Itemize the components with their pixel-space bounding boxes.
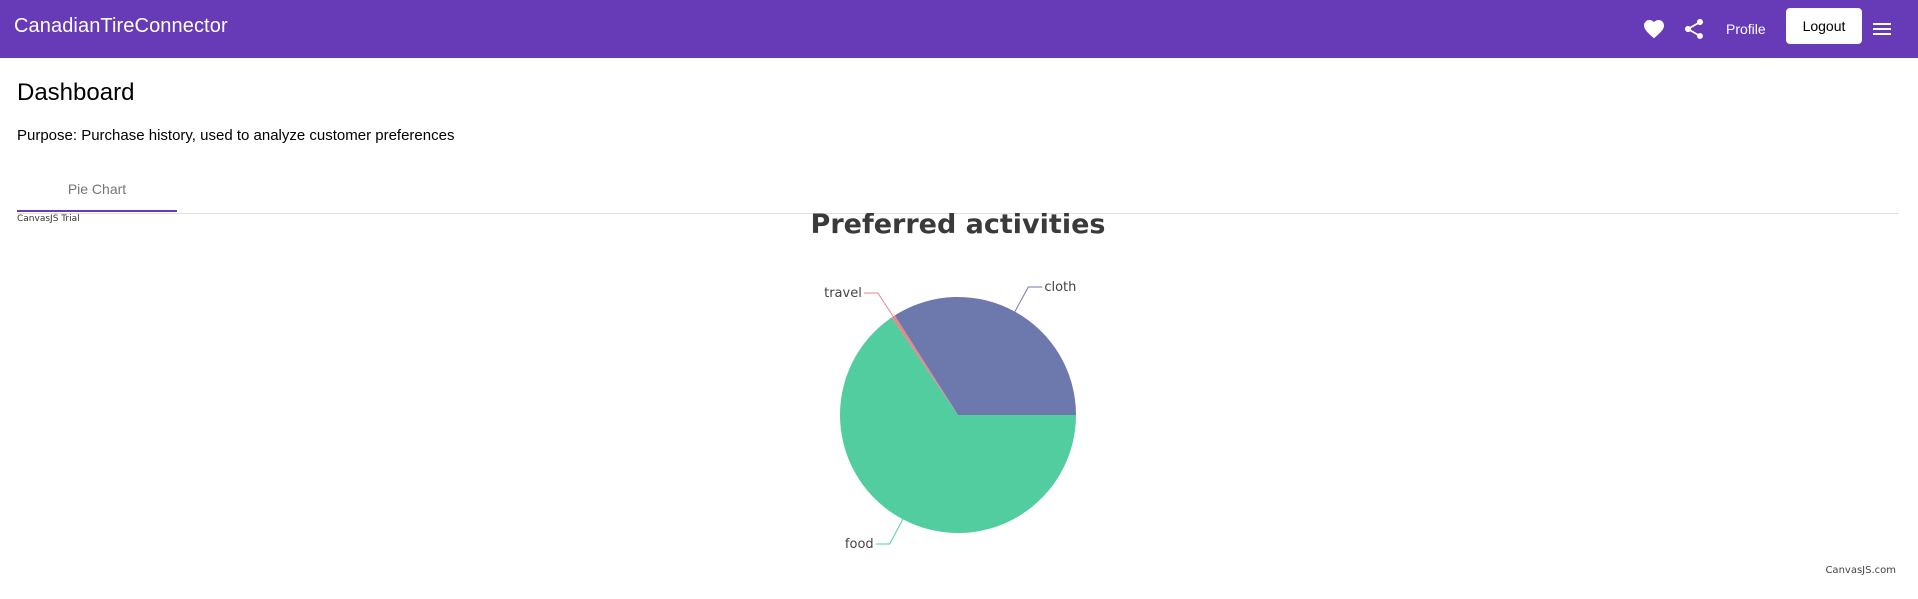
slice-label-travel: travel (824, 286, 862, 301)
logout-button[interactable]: Logout (1786, 8, 1862, 44)
slice-leader-cloth (1014, 286, 1043, 312)
heart-icon[interactable] (1638, 13, 1670, 45)
top-toolbar: CanadianTireConnector Profile Logout (0, 0, 1918, 58)
slice-label-cloth: cloth (1044, 280, 1076, 295)
purpose-text: Purpose: Purchase history, used to analy… (17, 127, 455, 144)
pie-chart: Preferred activities food travel cloth (811, 213, 1106, 552)
slice-leader-travel (863, 292, 894, 317)
profile-button[interactable]: Profile (1716, 14, 1776, 44)
share-icon[interactable] (1678, 13, 1710, 45)
menu-icon[interactable] (1866, 13, 1898, 45)
chart-credit[interactable]: CanvasJS.com (1825, 565, 1896, 576)
tab-label: Pie Chart (67, 181, 127, 197)
active-tab-indicator (17, 210, 177, 212)
tab-pie-chart[interactable]: Pie Chart (17, 168, 177, 212)
app-title[interactable]: CanadianTireConnector (14, 15, 228, 38)
chart-title: Preferred activities (811, 213, 1106, 240)
tab-bar: Pie Chart (17, 168, 1899, 214)
slice-label-food: food (845, 537, 874, 552)
pie-chart-container: Preferred activities food travel cloth (0, 213, 1918, 583)
slice-leader-food (875, 519, 904, 545)
page-title: Dashboard (17, 79, 135, 106)
